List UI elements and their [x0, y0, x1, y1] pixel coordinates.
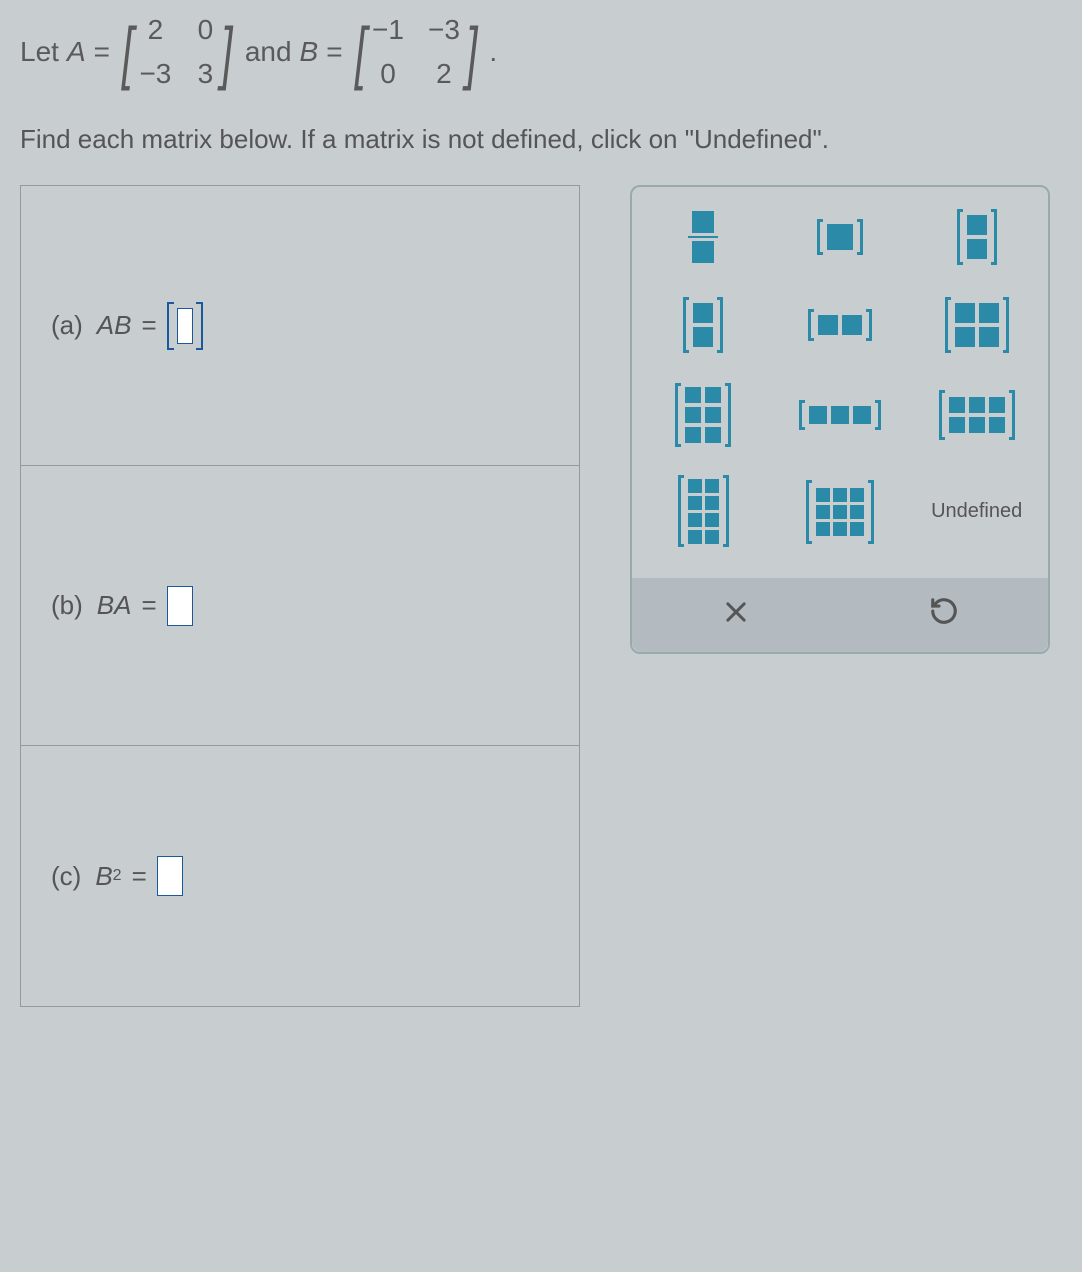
matrix-3x2-button[interactable]: [675, 383, 731, 447]
matrix-b-01: −3: [428, 14, 460, 46]
part-a-var2: B: [114, 310, 131, 341]
part-c-eq: =: [132, 861, 147, 892]
matrix-2x1-button[interactable]: [957, 207, 997, 267]
part-b-input[interactable]: [167, 586, 193, 626]
matrix-a-00: 2: [139, 14, 171, 46]
undo-icon: [929, 596, 959, 634]
problem-statement: Let A = [ 2 0 −3 3 ] and B = [ −1 −3 0 2…: [20, 10, 1062, 94]
matrix-2x2-button[interactable]: [945, 295, 1009, 355]
matrix-3x3-button[interactable]: [806, 480, 874, 544]
undefined-button[interactable]: Undefined: [931, 482, 1022, 542]
part-a-input[interactable]: [167, 302, 203, 350]
part-b-label: (b): [51, 590, 83, 621]
matrix-b-00: −1: [372, 14, 404, 46]
matrix-a-01: 0: [195, 14, 215, 46]
let-text: Let: [20, 36, 59, 68]
part-a-eq: =: [141, 310, 156, 341]
fraction-button[interactable]: [688, 207, 718, 267]
part-c-label: (c): [51, 861, 81, 892]
matrix-a-11: 3: [195, 58, 215, 90]
matrix-2x3-button[interactable]: [939, 385, 1015, 445]
part-a-row: (a) A B =: [21, 186, 579, 466]
input-palette: Undefined: [630, 185, 1050, 654]
instruction-text: Find each matrix below. If a matrix is n…: [20, 124, 1062, 155]
matrix-b: [ −1 −3 0 2 ]: [351, 10, 482, 94]
matrix-4x2-button[interactable]: [678, 475, 729, 548]
clear-button[interactable]: [632, 578, 840, 652]
matrix-a: [ 2 0 −3 3 ]: [118, 10, 237, 94]
x-icon: [722, 597, 750, 634]
matrix-a-10: −3: [139, 58, 171, 90]
matrix-b-11: 2: [428, 58, 460, 90]
part-c-input[interactable]: [157, 856, 183, 896]
part-b-eq: =: [141, 590, 156, 621]
part-c-row: (c) B2 =: [21, 746, 579, 1006]
matrix-2x1-alt-button[interactable]: [683, 295, 723, 355]
matrix-b-10: 0: [372, 58, 404, 90]
eq-b: =: [326, 36, 342, 68]
reset-button[interactable]: [840, 578, 1048, 652]
part-b-var2: A: [114, 590, 131, 621]
period: .: [489, 36, 497, 68]
var-b: B: [300, 36, 319, 68]
part-b-var1: B: [97, 590, 114, 621]
var-a: A: [67, 36, 86, 68]
matrix-1x1-button[interactable]: [817, 207, 863, 267]
part-b-row: (b) B A =: [21, 466, 579, 746]
eq-a: =: [94, 36, 110, 68]
part-a-var1: A: [97, 310, 114, 341]
answer-box: (a) A B = (b) B A = (c) B2 =: [20, 185, 580, 1007]
matrix-1x3-button[interactable]: [799, 385, 881, 445]
and-text: and: [245, 36, 292, 68]
part-a-label: (a): [51, 310, 83, 341]
part-c-sup: 2: [113, 867, 122, 885]
matrix-1x2-button[interactable]: [808, 295, 872, 355]
part-c-var: B: [95, 861, 112, 892]
